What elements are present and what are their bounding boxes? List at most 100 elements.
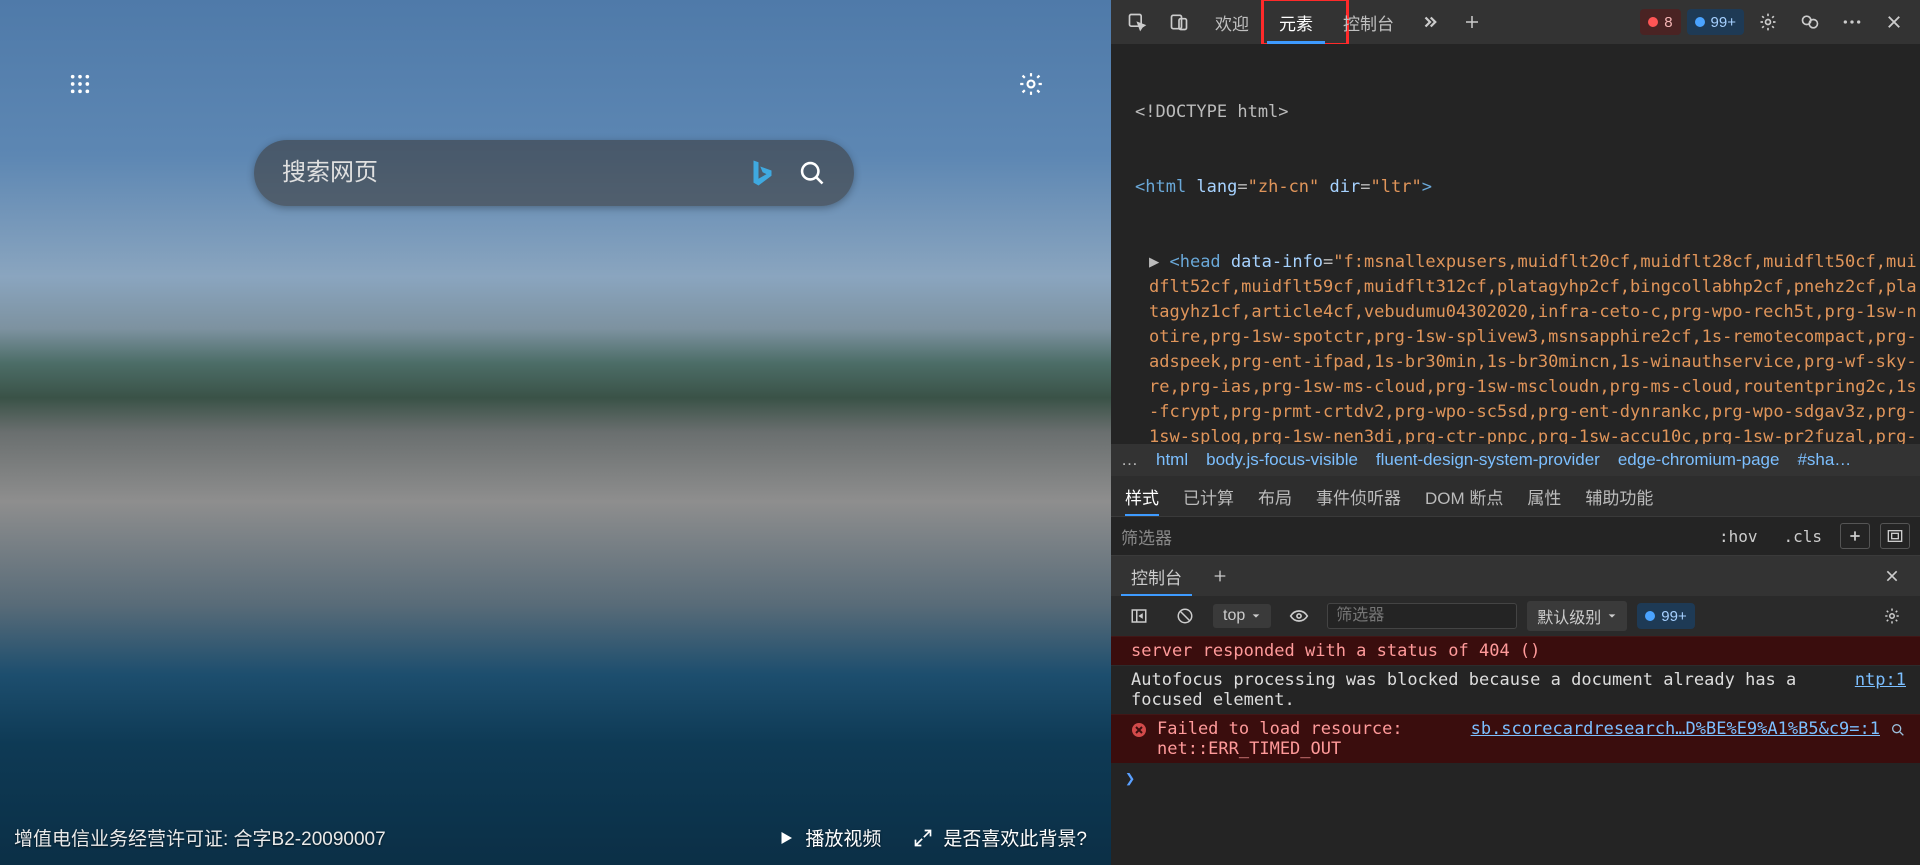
styles-filter-row: 筛选器 :hov .cls xyxy=(1111,516,1920,556)
search-bar[interactable] xyxy=(254,140,854,206)
more-options-button[interactable] xyxy=(1834,6,1870,38)
info-dot-icon xyxy=(1695,17,1705,27)
feedback-icon xyxy=(1800,12,1820,32)
info-badge[interactable]: 99+ xyxy=(1687,9,1744,35)
dom-head[interactable]: ▶ <head data-info="f:msnallexpusers,muid… xyxy=(1121,250,1918,444)
console-filter-input[interactable] xyxy=(1327,603,1517,629)
console-level-selector[interactable]: 默认级别 xyxy=(1527,601,1627,631)
device-toggle-button[interactable] xyxy=(1161,6,1197,38)
console-sidebar-toggle[interactable] xyxy=(1121,600,1157,632)
dom-doctype: <!DOCTYPE html> xyxy=(1135,102,1289,122)
styles-filter-input[interactable]: 筛选器 xyxy=(1121,524,1172,549)
drawer-tabbar: 控制台 xyxy=(1111,556,1920,596)
console-source-link[interactable]: sb.scorecardresearch…D%BE%E9%A1%B5&c9=:1 xyxy=(1471,719,1880,759)
grid-icon xyxy=(69,73,91,95)
tab-console-partial[interactable]: 控制台 xyxy=(1331,0,1406,44)
crumb-item[interactable]: #sha… xyxy=(1797,450,1851,470)
play-video-label: 播放视频 xyxy=(805,824,881,851)
plus-icon xyxy=(1463,13,1481,31)
close-icon xyxy=(1884,568,1900,584)
info-dot-icon xyxy=(1645,611,1655,621)
clear-icon xyxy=(1176,607,1194,625)
tab-computed[interactable]: 已计算 xyxy=(1183,476,1234,516)
console-source-link[interactable]: ntp:1 xyxy=(1855,670,1906,710)
license-text: 增值电信业务经营许可证: 合字B2-20090007 xyxy=(14,824,386,851)
console-prompt[interactable]: ❯ xyxy=(1111,763,1920,795)
drawer-tab-console[interactable]: 控制台 xyxy=(1121,556,1192,596)
crumb-item[interactable]: fluent-design-system-provider xyxy=(1376,450,1600,470)
eye-icon xyxy=(1289,609,1309,623)
device-icon xyxy=(1169,12,1189,32)
console-message[interactable]: Autofocus processing was blocked because… xyxy=(1111,665,1920,714)
gear-icon xyxy=(1018,71,1044,97)
crumb-item[interactable]: body.js-focus-visible xyxy=(1206,450,1358,470)
bing-logo-icon xyxy=(746,158,776,188)
cls-toggle[interactable]: .cls xyxy=(1775,525,1830,548)
tab-layout[interactable]: 布局 xyxy=(1258,476,1292,516)
tab-welcome[interactable]: 欢迎 xyxy=(1203,0,1261,44)
hov-toggle[interactable]: :hov xyxy=(1711,525,1766,548)
console-context-selector[interactable]: top xyxy=(1213,604,1271,628)
search-input[interactable] xyxy=(282,159,746,187)
console-message[interactable]: Failed to load resource: net::ERR_TIMED_… xyxy=(1111,714,1920,763)
like-background-button[interactable]: 是否喜欢此背景? xyxy=(913,824,1087,851)
plus-icon xyxy=(1212,568,1228,584)
drawer-close-button[interactable] xyxy=(1874,560,1910,592)
error-icon xyxy=(1131,722,1147,738)
box-model-icon xyxy=(1887,529,1903,543)
live-expression-button[interactable] xyxy=(1281,600,1317,632)
app-launcher-button[interactable] xyxy=(60,64,100,104)
tab-styles[interactable]: 样式 xyxy=(1125,476,1159,516)
console-toolbar: top 默认级别 99+ xyxy=(1111,596,1920,636)
chevron-double-right-icon xyxy=(1421,13,1439,31)
browser-viewport: 增值电信业务经营许可证: 合字B2-20090007 播放视频 是否喜欢此背景? xyxy=(0,0,1111,865)
dom-breadcrumb: … html body.js-focus-visible fluent-desi… xyxy=(1111,444,1920,476)
chevron-down-icon xyxy=(1607,611,1617,621)
layout-overlay-button[interactable] xyxy=(1880,523,1910,549)
tab-event-listeners[interactable]: 事件侦听器 xyxy=(1316,476,1401,516)
console-message[interactable]: server responded with a status of 404 () xyxy=(1111,636,1920,665)
like-background-label: 是否喜欢此背景? xyxy=(943,824,1087,851)
more-tabs-button[interactable] xyxy=(1412,6,1448,38)
console-output[interactable]: server responded with a status of 404 ()… xyxy=(1111,636,1920,865)
error-dot-icon xyxy=(1648,17,1658,27)
devtools-settings-button[interactable] xyxy=(1750,6,1786,38)
inspect-icon xyxy=(1127,12,1147,32)
plus-icon xyxy=(1848,529,1862,543)
devtools-toolbar: 欢迎 元素 控制台 8 99+ xyxy=(1111,0,1920,44)
chevron-down-icon xyxy=(1251,611,1261,621)
error-badge[interactable]: 8 xyxy=(1640,9,1680,35)
search-icon[interactable] xyxy=(798,159,826,187)
styles-panel-tabs: 样式 已计算 布局 事件侦听器 DOM 断点 属性 辅助功能 xyxy=(1111,476,1920,516)
search-icon[interactable] xyxy=(1890,722,1906,738)
expand-icon xyxy=(913,828,933,848)
error-count: 8 xyxy=(1664,14,1672,31)
dom-html-open[interactable]: <html lang="zh-cn" dir="ltr"> xyxy=(1121,175,1918,200)
play-video-button[interactable]: 播放视频 xyxy=(777,824,881,851)
crumb-more[interactable]: … xyxy=(1121,450,1138,470)
drawer-new-tab[interactable] xyxy=(1202,560,1238,592)
sidebar-icon xyxy=(1130,607,1148,625)
new-style-rule-button[interactable] xyxy=(1840,523,1870,549)
close-icon xyxy=(1885,13,1903,31)
play-icon xyxy=(777,829,795,847)
close-devtools-button[interactable] xyxy=(1876,6,1912,38)
crumb-item[interactable]: html xyxy=(1156,450,1188,470)
inspect-element-button[interactable] xyxy=(1119,6,1155,38)
ellipsis-icon xyxy=(1842,19,1862,25)
devtools-panel: 欢迎 元素 控制台 8 99+ xyxy=(1111,0,1920,865)
console-settings-button[interactable] xyxy=(1874,600,1910,632)
tab-properties[interactable]: 属性 xyxy=(1527,476,1561,516)
gear-icon xyxy=(1758,12,1778,32)
clear-console-button[interactable] xyxy=(1167,600,1203,632)
gear-icon xyxy=(1883,607,1901,625)
crumb-item[interactable]: edge-chromium-page xyxy=(1618,450,1780,470)
page-settings-button[interactable] xyxy=(1011,64,1051,104)
console-issue-badge[interactable]: 99+ xyxy=(1637,603,1694,629)
tab-dom-breakpoints[interactable]: DOM 断点 xyxy=(1425,476,1503,516)
feedback-button[interactable] xyxy=(1792,6,1828,38)
new-tab-button[interactable] xyxy=(1454,6,1490,38)
tab-elements[interactable]: 元素 xyxy=(1267,0,1325,44)
tab-accessibility[interactable]: 辅助功能 xyxy=(1585,476,1653,516)
dom-tree[interactable]: <!DOCTYPE html> <html lang="zh-cn" dir="… xyxy=(1111,44,1920,444)
